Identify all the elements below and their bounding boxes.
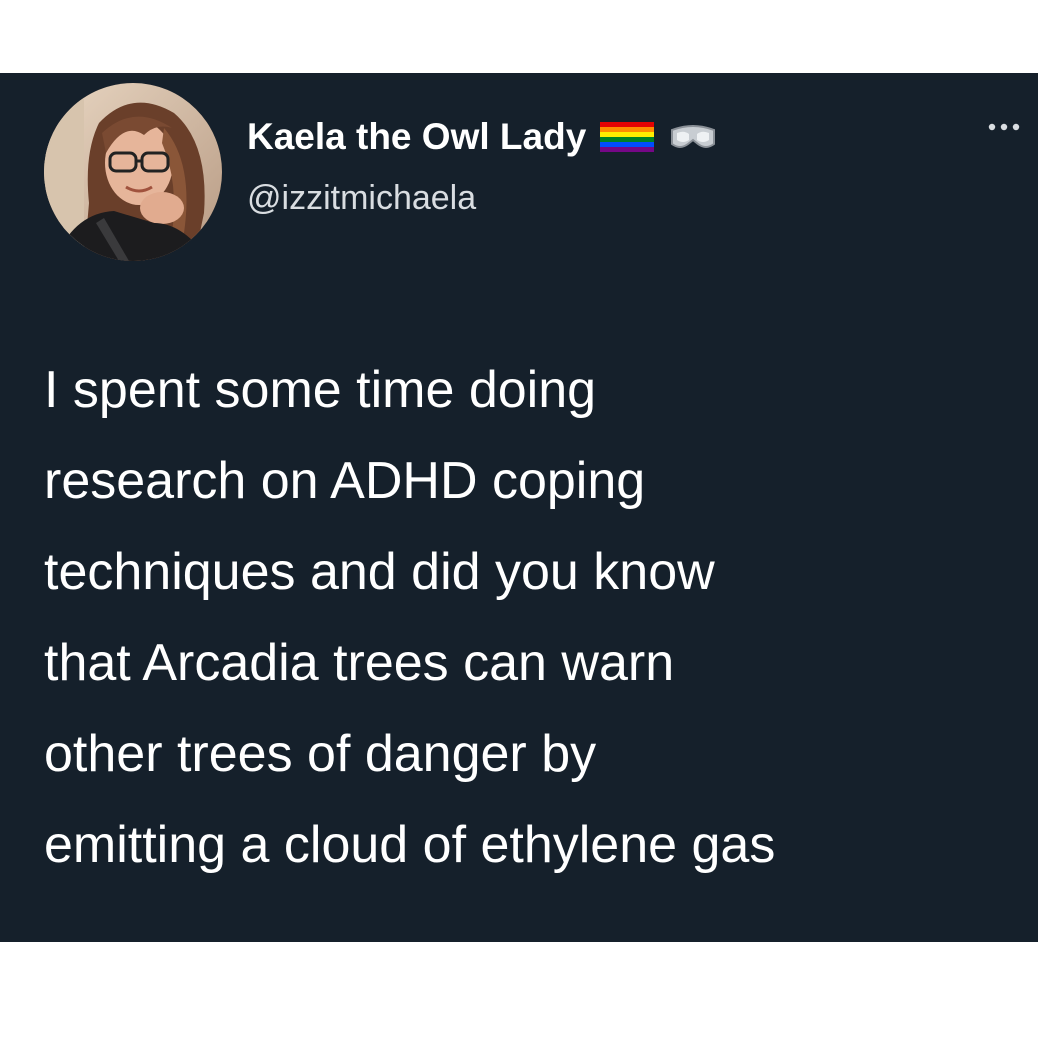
page: Kaela the Owl Lady @izzitmichaela I spen… (0, 0, 1038, 1038)
tweet-text-line: other trees of danger by (44, 725, 597, 783)
tweet-text-line: research on ADHD coping (44, 452, 646, 510)
tweet-card: Kaela the Owl Lady @izzitmichaela I spen… (0, 73, 1038, 942)
tweet-text-line: I spent some time doing (44, 361, 597, 419)
author-handle[interactable]: @izzitmichaela (247, 179, 476, 218)
display-name[interactable]: Kaela the Owl Lady (247, 116, 586, 158)
goggles-icon (668, 120, 718, 154)
tweet-text: I spent some time doing research on ADHD… (44, 345, 1034, 891)
tweet-text-line: that Arcadia trees can warn (44, 634, 675, 692)
tweet-text-line: emitting a cloud of ethylene gas (44, 816, 776, 874)
tweet-text-line: techniques and did you know (44, 543, 715, 601)
rainbow-flag-icon (598, 120, 656, 154)
avatar[interactable] (44, 83, 222, 261)
author-name-row: Kaela the Owl Lady (247, 113, 718, 161)
more-options-icon[interactable] (986, 117, 1022, 137)
